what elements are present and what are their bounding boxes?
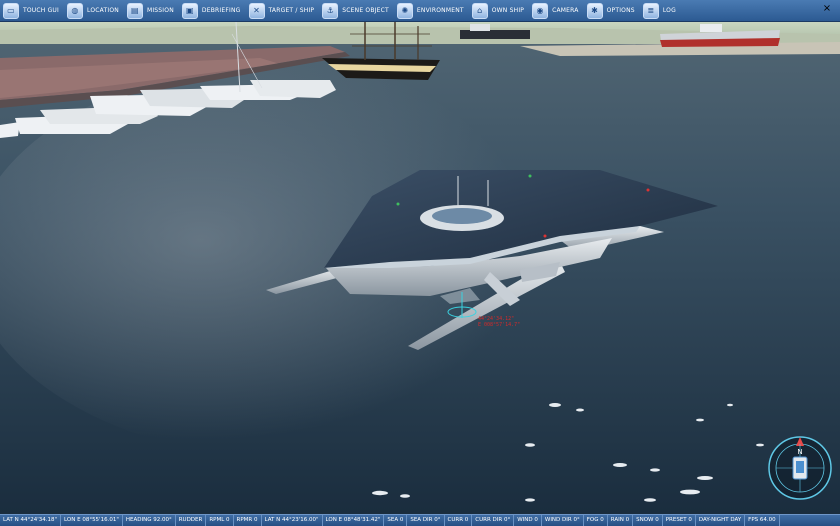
status-field: LAT N 44°23'16.00" (262, 515, 323, 526)
toolbar-item-environment[interactable]: ✺ ENVIRONMENT (394, 0, 469, 21)
coord-line-2: E 008°57'14.7" (478, 322, 521, 328)
ship-coordinate-readout: 44°24'34.12" E 008°57'14.7" (478, 316, 520, 328)
toolbar-item-scene-object[interactable]: ⚓ SCENE OBJECT (319, 0, 394, 21)
status-field: WIND DIR 0° (542, 515, 584, 526)
toolbar-item-own-ship[interactable]: ⌂ OWN SHIP (469, 0, 529, 21)
target-icon: ✕ (248, 2, 265, 19)
status-field: RPML 0 (206, 515, 234, 526)
toolbar-item-label: ENVIRONMENT (416, 7, 464, 14)
toolbar-items: ▭ TOUCH GUI ◍ LOCATION ▤ MISSION ▣ DEBRIEFING ✕ T… (0, 0, 681, 21)
status-field: LON E 08°55'16.01" (61, 515, 123, 526)
toolbar-item-label: OWN SHIP (491, 7, 525, 14)
status-field: PRESET 0 (663, 515, 696, 526)
scene-render (0, 22, 840, 514)
status-field: RAIN 0 (608, 515, 634, 526)
monitor-icon: ▭ (3, 2, 19, 19)
document-icon: ▤ (126, 2, 143, 19)
log-icon: ≣ (642, 2, 659, 19)
sun-icon: ✺ (396, 2, 413, 19)
status-field: FOG 0 (584, 515, 608, 526)
gear-icon: ✱ (586, 2, 603, 19)
screen-icon: ▣ (181, 2, 198, 19)
compass-north-label: N (797, 448, 803, 456)
status-field: HEADING 92.00° (123, 515, 176, 526)
toolbar-item-label: LOG (662, 7, 676, 14)
compass-rose-icon (768, 436, 832, 500)
status-field: RUDDER (176, 515, 207, 526)
toolbar-item-camera[interactable]: ◉ CAMERA (529, 0, 584, 21)
camera-icon: ◉ (532, 2, 549, 19)
status-field: FPS 64.00 (745, 515, 780, 526)
status-field: WIND 0 (514, 515, 542, 526)
toolbar-item-location[interactable]: ◍ LOCATION (64, 0, 124, 21)
toolbar-item-label: OPTIONS (606, 7, 635, 14)
status-bar: LAT N 44°24'34.18" LON E 08°55'16.01" HEAD… (0, 514, 840, 526)
toolbar-item-touch-gui[interactable]: ▭ TOUCH GUI (0, 0, 64, 21)
compass-widget[interactable]: N (766, 434, 834, 502)
toolbar-item-label: SCENE OBJECT (342, 7, 389, 14)
toolbar-item-label: TOUCH GUI (23, 7, 59, 14)
status-field: SEA 0 (384, 515, 408, 526)
status-field: CURR 0 (445, 515, 473, 526)
toolbar-item-label: MISSION (146, 7, 174, 14)
status-field: LAT N 44°24'34.18" (0, 515, 62, 526)
close-button[interactable]: × (820, 2, 834, 16)
main-toolbar: ▭ TOUCH GUI ◍ LOCATION ▤ MISSION ▣ DEBRIEFING ✕ T… (0, 0, 840, 22)
status-field: DAY-NIGHT DAY (696, 515, 746, 526)
status-field: SNOW 0 (633, 515, 663, 526)
toolbar-item-label: DEBRIEFING (201, 7, 241, 14)
toolbar-item-debriefing[interactable]: ▣ DEBRIEFING (179, 0, 246, 21)
toolbar-item-target-ship[interactable]: ✕ TARGET / SHIP (246, 0, 320, 21)
status-field: SEA DIR 0° (407, 515, 445, 526)
toolbar-item-log[interactable]: ≣ LOG (640, 0, 681, 21)
house-icon: ⌂ (471, 2, 488, 19)
3d-viewport[interactable]: 44°24'34.12" E 008°57'14.7" N (0, 22, 840, 514)
toolbar-item-options[interactable]: ✱ OPTIONS (584, 0, 640, 21)
globe-icon: ◍ (67, 2, 83, 19)
status-field: RPMR 0 (234, 515, 262, 526)
toolbar-item-label: CAMERA (552, 7, 579, 14)
status-field: CURR DIR 0° (472, 515, 515, 526)
status-field: LON E 08°48'31.42" (323, 515, 385, 526)
anchor-icon: ⚓ (322, 2, 339, 19)
toolbar-item-label: LOCATION (87, 7, 119, 14)
toolbar-item-mission[interactable]: ▤ MISSION (124, 0, 179, 21)
toolbar-item-label: TARGET / SHIP (268, 7, 315, 14)
